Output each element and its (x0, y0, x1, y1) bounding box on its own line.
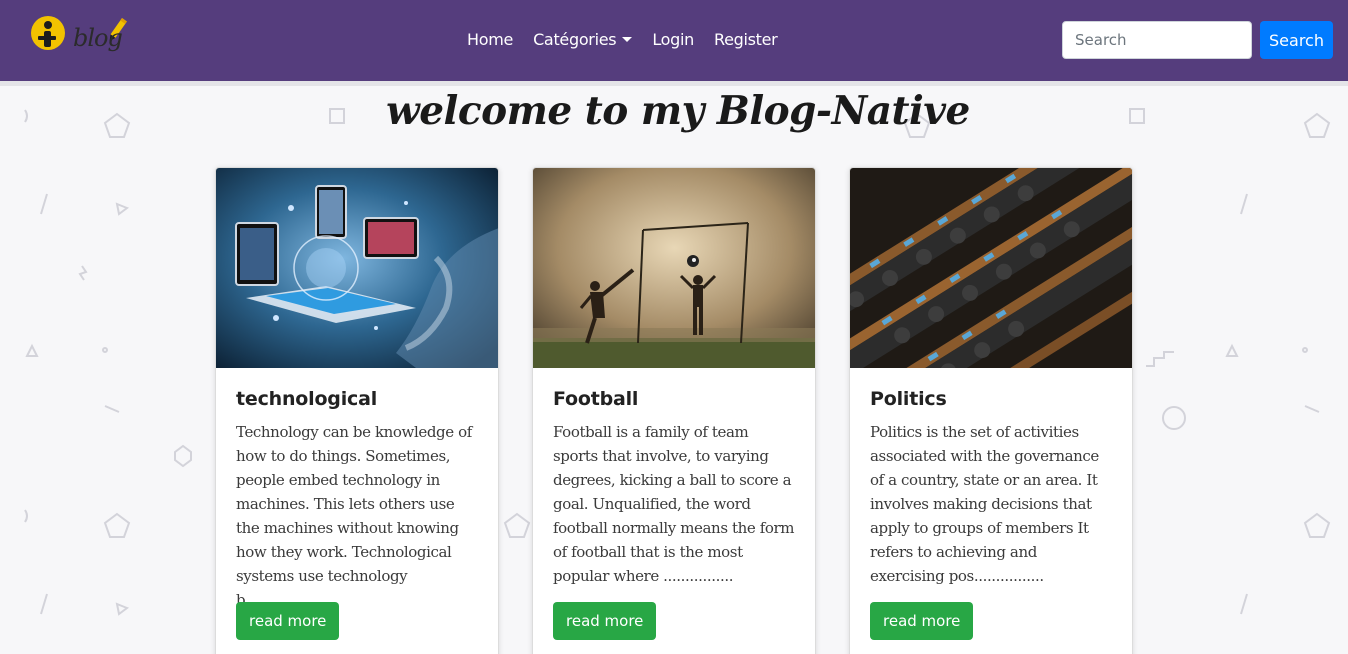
logo-text: blog (73, 24, 123, 52)
football-image (533, 168, 815, 368)
card-title: technological (236, 388, 378, 410)
read-more-button[interactable]: read more (870, 602, 974, 640)
post-card-politics: Politics Politics is the set of activiti… (849, 167, 1133, 654)
parliament-image (850, 168, 1132, 368)
card-title: Politics (870, 388, 947, 410)
nav-categories-dropdown[interactable]: Catégories (533, 30, 633, 49)
card-text: Technology can be knowledge of how to do… (236, 423, 472, 609)
nav-register[interactable]: Register (714, 30, 778, 49)
caret-down-icon (622, 37, 633, 42)
nav-categories-label: Catégories (533, 30, 617, 49)
navbar: blog Home Catégories Login Register Sear… (0, 0, 1348, 81)
post-card-technological: technological Technology can be knowledg… (215, 167, 499, 654)
search-input[interactable] (1062, 21, 1252, 59)
search-button[interactable]: Search (1260, 21, 1333, 59)
read-more-button[interactable]: read more (553, 602, 657, 640)
nav-home[interactable]: Home (467, 30, 513, 49)
post-card-football: Football Football is a family of team sp… (532, 167, 816, 654)
site-logo[interactable]: blog (30, 14, 140, 68)
nav-login[interactable]: Login (652, 30, 694, 49)
page-title: welcome to my Blog-Native (386, 88, 970, 134)
read-more-button[interactable]: read more (236, 602, 340, 640)
technology-image (216, 168, 498, 368)
navbar-divider (0, 81, 1348, 86)
card-text: Football is a family of team sports that… (553, 423, 795, 585)
card-text: Politics is the set of activities associ… (870, 423, 1099, 585)
card-title: Football (553, 388, 639, 410)
main-nav: Home Catégories Login Register (467, 30, 797, 49)
